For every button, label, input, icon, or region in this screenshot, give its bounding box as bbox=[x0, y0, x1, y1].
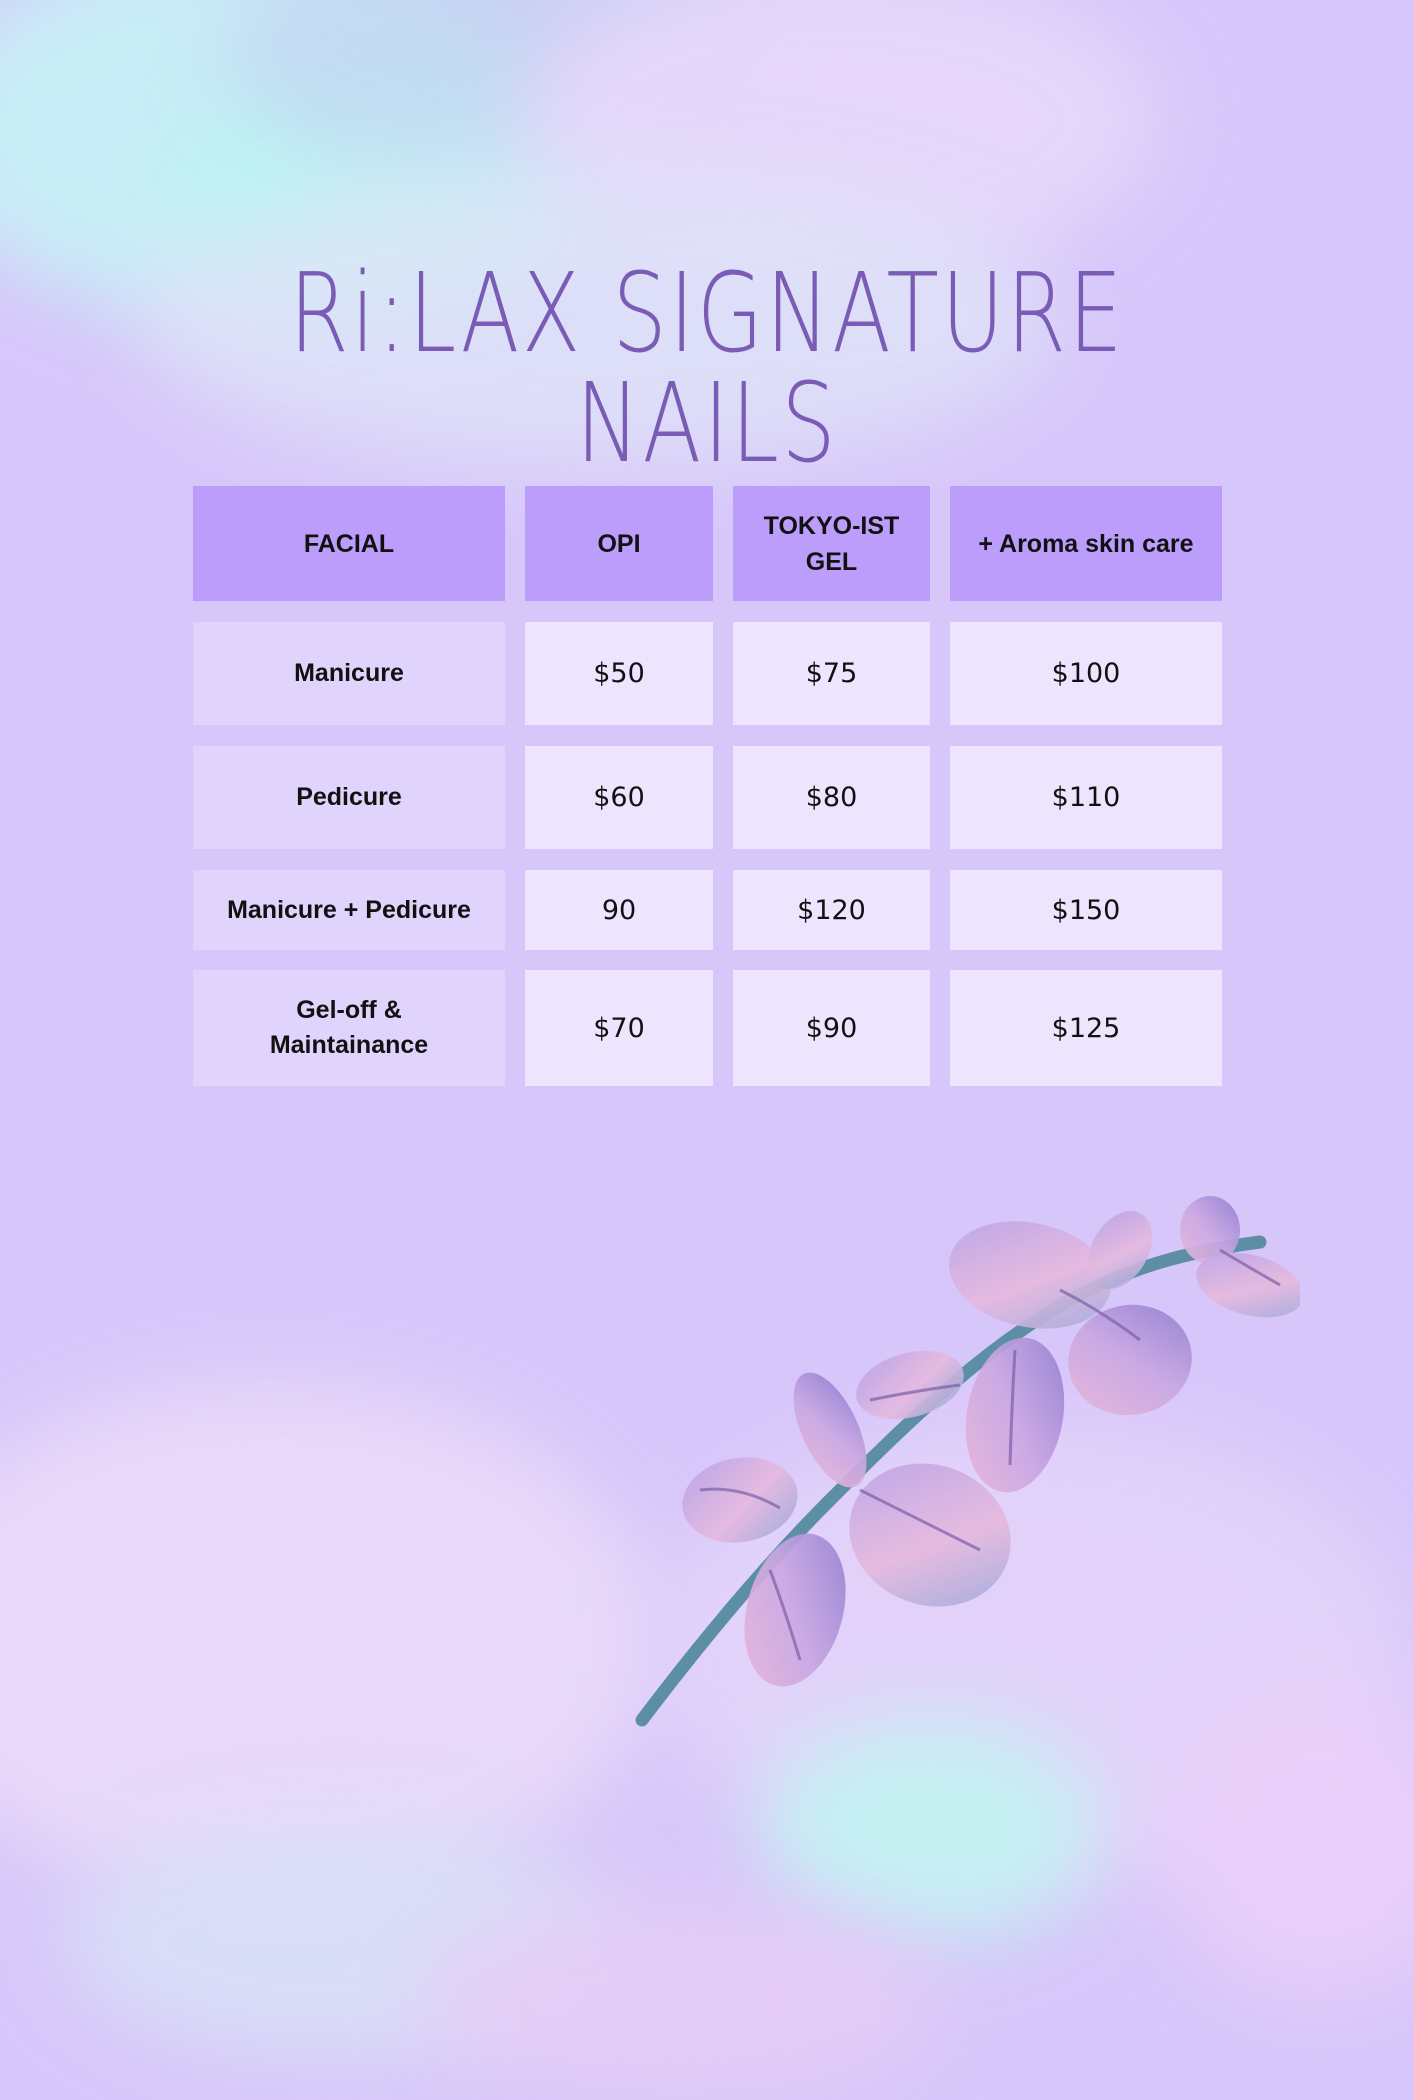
price-cell: $90 bbox=[733, 970, 930, 1086]
price-cell: $70 bbox=[525, 970, 713, 1086]
page-title: Ri:LAX SIGNATURE NAILS bbox=[289, 249, 1125, 487]
service-label: Manicure bbox=[193, 622, 505, 725]
price-cell: 90 bbox=[525, 870, 713, 950]
service-label: Pedicure bbox=[193, 746, 505, 849]
header-facial: FACIAL bbox=[193, 486, 505, 601]
price-cell: $110 bbox=[950, 746, 1222, 849]
price-cell: $120 bbox=[733, 870, 930, 950]
price-cell: $100 bbox=[950, 622, 1222, 725]
price-cell: $50 bbox=[525, 622, 713, 725]
service-label: Manicure + Pedicure bbox=[193, 870, 505, 950]
price-cell: $125 bbox=[950, 970, 1222, 1086]
header-opi: OPI bbox=[525, 486, 713, 601]
watercolor-leaf-branch-icon bbox=[635, 1196, 1300, 1727]
price-cell: $150 bbox=[950, 870, 1222, 950]
price-cell: $75 bbox=[733, 622, 930, 725]
service-label: Gel-off & Maintainance bbox=[193, 970, 505, 1086]
price-cell: $60 bbox=[525, 746, 713, 849]
price-cell: $80 bbox=[733, 746, 930, 849]
header-aroma-skin-care: + Aroma skin care bbox=[950, 486, 1222, 601]
header-tokyo-ist-gel: TOKYO-IST GEL bbox=[733, 486, 930, 601]
